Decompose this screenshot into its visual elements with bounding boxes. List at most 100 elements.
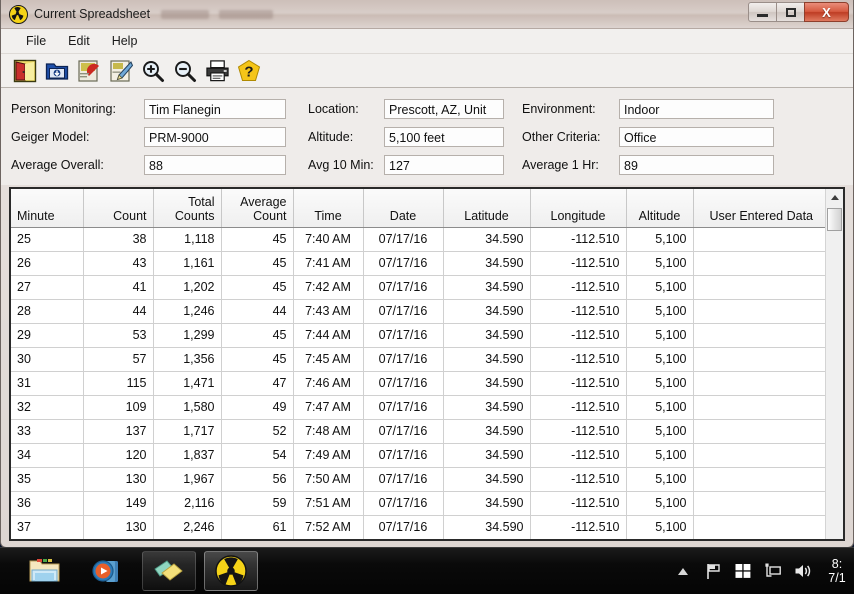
cell-count[interactable]: 57	[83, 347, 153, 371]
cell-average-count[interactable]: 56	[221, 467, 293, 491]
cell-count[interactable]: 120	[83, 443, 153, 467]
menu-item-file[interactable]: File	[15, 32, 57, 50]
cell-time[interactable]: 7:46 AM	[293, 371, 363, 395]
cell-user-entered-data[interactable]	[693, 227, 825, 251]
table-row[interactable]: 331371,717527:48 AM07/17/1634.590-112.51…	[11, 419, 825, 443]
cell-user-entered-data[interactable]	[693, 323, 825, 347]
cell-average-count[interactable]: 61	[221, 515, 293, 539]
cell-date[interactable]: 07/17/16	[363, 323, 443, 347]
cell-longitude[interactable]: -112.510	[530, 323, 626, 347]
cell-time[interactable]: 7:52 AM	[293, 515, 363, 539]
column-header-average-count[interactable]: Average Count	[221, 189, 293, 227]
taskbar-media-player[interactable]	[80, 551, 134, 591]
cell-longitude[interactable]: -112.510	[530, 419, 626, 443]
cell-altitude[interactable]: 5,100	[626, 371, 693, 395]
cell-date[interactable]: 07/17/16	[363, 419, 443, 443]
cell-user-entered-data[interactable]	[693, 275, 825, 299]
cell-altitude[interactable]: 5,100	[626, 275, 693, 299]
table-row[interactable]: 25381,118457:40 AM07/17/1634.590-112.510…	[11, 227, 825, 251]
cell-longitude[interactable]: -112.510	[530, 251, 626, 275]
cell-latitude[interactable]: 34.590	[443, 323, 530, 347]
taskbar-geiger-app[interactable]	[204, 551, 258, 591]
cell-total-counts[interactable]: 2,116	[153, 491, 221, 515]
maximize-button[interactable]	[776, 2, 805, 22]
table-row[interactable]: 311151,471477:46 AM07/17/1634.590-112.51…	[11, 371, 825, 395]
cell-longitude[interactable]: -112.510	[530, 371, 626, 395]
cell-time[interactable]: 7:48 AM	[293, 419, 363, 443]
environment-field[interactable]: Indoor	[619, 99, 774, 119]
cell-latitude[interactable]: 34.590	[443, 395, 530, 419]
cell-total-counts[interactable]: 1,580	[153, 395, 221, 419]
cell-minute[interactable]: 36	[11, 491, 83, 515]
table-row[interactable]: 29531,299457:44 AM07/17/1634.590-112.510…	[11, 323, 825, 347]
cell-minute[interactable]: 35	[11, 467, 83, 491]
cell-longitude[interactable]: -112.510	[530, 491, 626, 515]
cell-date[interactable]: 07/17/16	[363, 491, 443, 515]
table-row[interactable]: 28441,246447:43 AM07/17/1634.590-112.510…	[11, 299, 825, 323]
cell-longitude[interactable]: -112.510	[530, 347, 626, 371]
cell-average-count[interactable]: 44	[221, 299, 293, 323]
cell-date[interactable]: 07/17/16	[363, 227, 443, 251]
cell-latitude[interactable]: 34.590	[443, 467, 530, 491]
cell-altitude[interactable]: 5,100	[626, 515, 693, 539]
tray-network[interactable]	[764, 563, 781, 580]
cell-total-counts[interactable]: 1,299	[153, 323, 221, 347]
cell-average-count[interactable]: 52	[221, 419, 293, 443]
cell-date[interactable]: 07/17/16	[363, 299, 443, 323]
geiger-model-field[interactable]: PRM-9000	[144, 127, 286, 147]
cell-average-count[interactable]: 49	[221, 395, 293, 419]
cell-time[interactable]: 7:45 AM	[293, 347, 363, 371]
cell-user-entered-data[interactable]	[693, 347, 825, 371]
cell-longitude[interactable]: -112.510	[530, 443, 626, 467]
cell-user-entered-data[interactable]	[693, 515, 825, 539]
cell-time[interactable]: 7:49 AM	[293, 443, 363, 467]
cell-latitude[interactable]: 34.590	[443, 299, 530, 323]
taskbar-explorer[interactable]	[18, 551, 72, 591]
table-row[interactable]: 351301,967567:50 AM07/17/1634.590-112.51…	[11, 467, 825, 491]
cell-average-count[interactable]: 45	[221, 323, 293, 347]
cell-altitude[interactable]: 5,100	[626, 443, 693, 467]
cell-user-entered-data[interactable]	[693, 299, 825, 323]
cell-total-counts[interactable]: 1,118	[153, 227, 221, 251]
cell-time[interactable]: 7:43 AM	[293, 299, 363, 323]
cell-minute[interactable]: 37	[11, 515, 83, 539]
cell-latitude[interactable]: 34.590	[443, 515, 530, 539]
table-row[interactable]: 30571,356457:45 AM07/17/1634.590-112.510…	[11, 347, 825, 371]
cell-average-count[interactable]: 59	[221, 491, 293, 515]
column-header-user-entered-data[interactable]: User Entered Data	[693, 189, 825, 227]
menu-item-edit[interactable]: Edit	[57, 32, 101, 50]
cell-total-counts[interactable]: 2,246	[153, 515, 221, 539]
cell-latitude[interactable]: 34.590	[443, 347, 530, 371]
location-field[interactable]: Prescott, AZ, Unit	[384, 99, 504, 119]
avg-10-min-field[interactable]: 127	[384, 155, 504, 175]
cell-longitude[interactable]: -112.510	[530, 467, 626, 491]
cell-average-count[interactable]: 45	[221, 251, 293, 275]
cell-time[interactable]: 7:41 AM	[293, 251, 363, 275]
other-criteria-field[interactable]: Office	[619, 127, 774, 147]
scroll-up-button[interactable]	[826, 189, 843, 205]
vertical-scrollbar[interactable]	[825, 189, 843, 539]
table-row[interactable]: 341201,837547:49 AM07/17/1634.590-112.51…	[11, 443, 825, 467]
person-monitoring-field[interactable]: Tim Flanegin	[144, 99, 286, 119]
cell-user-entered-data[interactable]	[693, 467, 825, 491]
table-row[interactable]: 321091,580497:47 AM07/17/1634.590-112.51…	[11, 395, 825, 419]
cell-count[interactable]: 115	[83, 371, 153, 395]
cell-time[interactable]: 7:42 AM	[293, 275, 363, 299]
cell-time[interactable]: 7:40 AM	[293, 227, 363, 251]
altitude-field[interactable]: 5,100 feet	[384, 127, 504, 147]
column-header-count[interactable]: Count	[83, 189, 153, 227]
cell-minute[interactable]: 31	[11, 371, 83, 395]
cell-minute[interactable]: 32	[11, 395, 83, 419]
cell-count[interactable]: 149	[83, 491, 153, 515]
column-header-total-counts[interactable]: Total Counts	[153, 189, 221, 227]
cell-user-entered-data[interactable]	[693, 443, 825, 467]
menu-item-help[interactable]: Help	[101, 32, 149, 50]
cell-minute[interactable]: 34	[11, 443, 83, 467]
cell-total-counts[interactable]: 1,837	[153, 443, 221, 467]
cell-total-counts[interactable]: 1,246	[153, 299, 221, 323]
cell-date[interactable]: 07/17/16	[363, 347, 443, 371]
open-file-icon[interactable]	[76, 58, 102, 84]
tray-windows[interactable]	[734, 563, 751, 580]
cell-time[interactable]: 7:47 AM	[293, 395, 363, 419]
help-icon[interactable]: ?	[236, 58, 262, 84]
